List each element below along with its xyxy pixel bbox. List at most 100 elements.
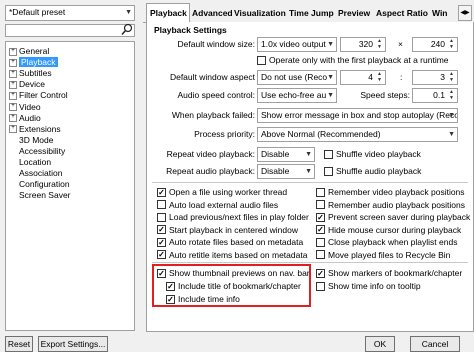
option-checkbox[interactable]: Load previous/next files in play folder (157, 212, 309, 222)
checkbox-box[interactable]: ✓ (157, 250, 166, 259)
tree-item[interactable]: + Filter Control (9, 90, 68, 101)
reset-button[interactable]: Reset (5, 336, 33, 352)
search-icon[interactable] (121, 23, 133, 36)
checkbox-box[interactable] (316, 237, 325, 247)
settings-tree[interactable]: + General + Playback + Subtitles + Device + Filte… (5, 41, 135, 331)
option-checkbox[interactable]: ✓ Auto rotate files based on metadata (157, 237, 303, 247)
checkbox-box[interactable]: ✓ (157, 225, 166, 234)
expand-icon[interactable]: + (9, 81, 17, 90)
expand-icon[interactable]: + (9, 47, 17, 56)
checkbox-box[interactable]: ✓ (157, 268, 166, 278)
tree-item[interactable]: + General (9, 46, 49, 57)
repeat-video-select[interactable]: Disable ▼ (257, 147, 315, 162)
tab-preview[interactable]: Preview (338, 6, 370, 20)
checkbox-box[interactable]: ✓ (166, 281, 175, 291)
shuffle-video-label: Shuffle video playback (336, 149, 421, 159)
failed-select[interactable]: Show error message in box and stop autop… (257, 108, 458, 123)
expand-icon[interactable]: + (9, 58, 17, 67)
option-checkbox[interactable]: ✓ Open a file using worker thread (157, 187, 287, 197)
tree-item[interactable]: 3D Mode (19, 135, 54, 146)
expand-icon[interactable]: + (9, 69, 17, 78)
height-input[interactable]: 240 ▲ ▼ (412, 37, 458, 52)
spin-icon[interactable]: ▲ ▼ (375, 71, 384, 83)
tree-item[interactable]: + Extensions (9, 124, 61, 135)
tree-item[interactable]: Configuration (19, 179, 70, 190)
option-label: Open a file using worker thread (169, 187, 288, 197)
preset-select[interactable]: *Default preset ▼ (5, 5, 135, 21)
option-checkbox[interactable]: ✓ Prevent screen saver during playback (316, 212, 470, 222)
ok-button[interactable]: OK (365, 336, 395, 352)
tab-win[interactable]: Win (432, 6, 448, 20)
checkbox-box[interactable] (157, 200, 166, 209)
checkbox-box[interactable]: ✓ (316, 268, 325, 278)
option-checkbox[interactable]: ✓ Auto retitle items based on metadata (157, 250, 307, 260)
tree-item[interactable]: Screen Saver (19, 190, 71, 201)
checkbox-box[interactable] (324, 149, 333, 159)
aspect-h-input[interactable]: 3 ▲ ▼ (412, 70, 458, 85)
expand-icon[interactable]: + (9, 125, 17, 134)
tree-item[interactable]: + Subtitles (9, 68, 52, 79)
checkbox-box[interactable]: ✓ (316, 225, 325, 234)
spin-icon[interactable]: ▲ ▼ (375, 38, 384, 50)
checkbox-box[interactable] (324, 166, 333, 176)
repeat-audio-select[interactable]: Disable ▼ (257, 164, 315, 179)
tree-item[interactable]: + Device (9, 79, 45, 90)
shuffle-video-checkbox[interactable]: Shuffle video playback (324, 149, 421, 159)
checkbox-box[interactable] (316, 281, 325, 291)
tab-time-jump[interactable]: Time Jump (289, 6, 334, 20)
checkbox-box[interactable] (316, 250, 325, 259)
priority-select[interactable]: Above Normal (Recommended) ▼ (257, 127, 458, 142)
expand-icon[interactable]: + (9, 114, 17, 123)
shuffle-audio-checkbox[interactable]: Shuffle audio playback (324, 166, 421, 176)
include-time-checkbox[interactable]: ✓ Include time info (166, 294, 240, 304)
window-size-select[interactable]: 1.0x video output ▼ (257, 37, 337, 52)
aspect-select[interactable]: Do not use (Reco ▼ (257, 70, 337, 85)
aspect-w-input[interactable]: 4 ▲ ▼ (340, 70, 386, 85)
tree-item[interactable]: + Playback (9, 57, 58, 68)
width-input[interactable]: 320 ▲ ▼ (340, 37, 386, 52)
aspect-value: Do not use (Reco (261, 72, 328, 82)
tab-advanced[interactable]: Advanced (192, 6, 233, 20)
option-checkbox[interactable]: Move played files to Recycle Bin (316, 250, 450, 260)
expand-icon[interactable]: + (9, 92, 17, 101)
repeat-video-label: Repeat video playback: (166, 149, 255, 159)
tab-visualization[interactable]: Visualization (234, 6, 286, 20)
checkbox-box[interactable] (316, 200, 325, 209)
checkbox-box[interactable] (157, 212, 166, 222)
tree-item-label: Audio (19, 112, 41, 123)
include-title-checkbox[interactable]: ✓ Include title of bookmark/chapter (166, 281, 301, 291)
checkbox-box[interactable]: ✓ (157, 187, 166, 197)
checkbox-box[interactable]: ✓ (166, 294, 175, 304)
tab-playback[interactable]: Playback (150, 6, 187, 20)
option-checkbox[interactable]: ✓ Hide mouse cursor during playback (316, 225, 461, 235)
spin-icon[interactable]: ▲ ▼ (447, 89, 456, 101)
expand-icon[interactable]: + (9, 103, 17, 112)
option-checkbox[interactable]: ✓ Show markers of bookmark/chapter (316, 268, 462, 278)
checkbox-box[interactable] (257, 55, 266, 65)
show-thumbs-checkbox[interactable]: ✓ Show thumbnail previews on nav. bar (157, 268, 310, 278)
option-checkbox[interactable]: ✓ Start playback in centered window (157, 225, 298, 235)
tree-item[interactable]: Accessibility (19, 146, 65, 157)
checkbox-box[interactable] (316, 187, 325, 197)
tab-scroll-arrow[interactable]: ◀▶ (458, 5, 472, 21)
checkbox-box[interactable]: ✓ (157, 237, 166, 247)
spin-icon[interactable]: ▲ ▼ (447, 38, 456, 50)
option-checkbox[interactable]: Show time info on tooltip (316, 281, 421, 291)
search-input[interactable] (5, 24, 135, 37)
option-checkbox[interactable]: Auto load external audio files (157, 200, 278, 210)
option-checkbox[interactable]: Remember video playback positions (316, 187, 465, 197)
spin-icon[interactable]: ▲ ▼ (447, 71, 456, 83)
tab-aspect-ratio[interactable]: Aspect Ratio (376, 6, 428, 20)
tree-item[interactable]: Association (19, 168, 62, 179)
cancel-button[interactable]: Cancel (410, 336, 460, 352)
option-checkbox[interactable]: Remember audio playback positions (316, 200, 465, 210)
tree-item[interactable]: + Video (9, 102, 41, 113)
option-checkbox[interactable]: Close playback when playlist ends (316, 237, 457, 247)
operate-only-checkbox[interactable]: Operate only with the first playback at … (257, 55, 449, 65)
export-settings-button[interactable]: Export Settings... (38, 336, 108, 352)
speed-steps-input[interactable]: 0.1 ▲ ▼ (412, 88, 458, 103)
tree-item[interactable]: + Audio (9, 113, 41, 124)
audio-speed-select[interactable]: Use echo-free au ▼ (257, 88, 337, 103)
checkbox-box[interactable]: ✓ (316, 212, 325, 222)
tree-item[interactable]: Location (19, 157, 51, 168)
